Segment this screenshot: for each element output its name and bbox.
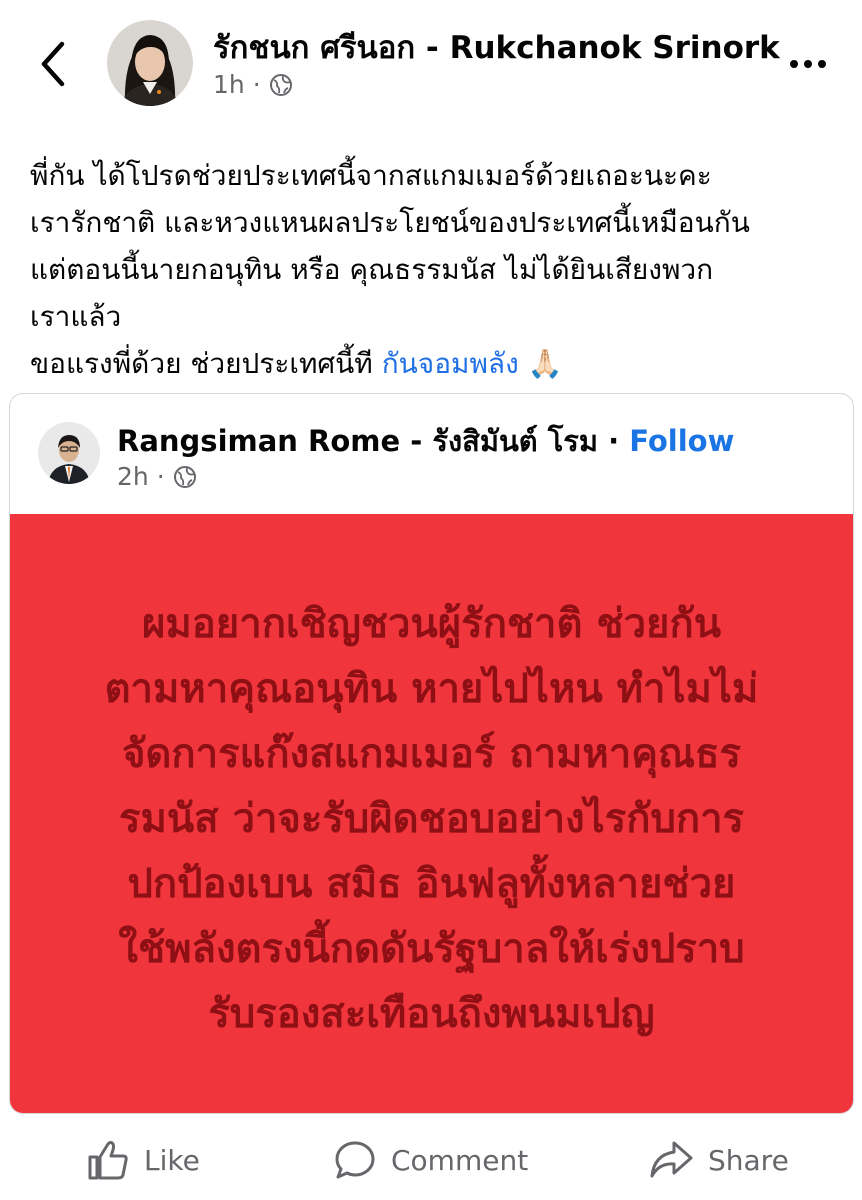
shared-post-time[interactable]: 2h <box>117 462 149 491</box>
shared-post-meta: 2h · <box>117 462 197 491</box>
background-text-line: ตามหาคุณอนุทิน หายไปไหน ทำไมไม่ <box>104 666 759 712</box>
share-button[interactable]: Share <box>648 1130 789 1190</box>
comment-icon <box>335 1141 375 1179</box>
post-line-last: ขอแรงพี่ด้วย ช่วยประเทศนี้ที กันจอมพลัง … <box>30 340 845 387</box>
post-line: แต่ตอนนี้นายกอนุทิน หรือ คุณธรรมนัส ไม่ไ… <box>30 253 714 286</box>
shared-author-line: Rangsiman Rome - รังสิมันต์ โรม · Follow <box>117 418 734 464</box>
post-line: ขอแรงพี่ด้วย ช่วยประเทศนี้ที <box>30 347 373 380</box>
profile-photo <box>107 20 193 106</box>
background-text-line: ผมอยากเชิญชวนผู้รักชาติ ช่วยกัน <box>141 601 722 647</box>
shared-author-avatar[interactable] <box>38 422 100 484</box>
back-button[interactable] <box>30 38 78 90</box>
thumbs-up-icon <box>88 1141 128 1180</box>
globe-icon <box>269 73 292 96</box>
post-meta: 1h · <box>213 70 293 99</box>
background-text-line: รมนัส ว่าจะรับผิดชอบอย่างไรกับการ <box>118 796 745 842</box>
comment-button[interactable]: Comment <box>333 1130 528 1190</box>
hashtag-link[interactable]: กันจอมพลัง <box>382 347 519 380</box>
post-time[interactable]: 1h <box>213 70 245 99</box>
shared-post-card[interactable]: Rangsiman Rome - รังสิมันต์ โรม · Follow… <box>9 393 854 1114</box>
background-text-line: จัดการแก๊งสแกมเมอร์ ถามหาคุณธร <box>121 731 741 777</box>
comment-label: Comment <box>391 1143 529 1177</box>
share-arrow-icon <box>650 1141 693 1178</box>
shared-author-name[interactable]: Rangsiman Rome - รังสิมันต์ โรม <box>117 424 598 458</box>
follow-button[interactable]: Follow <box>629 424 734 458</box>
meta-separator: · <box>156 462 165 491</box>
profile-photo <box>38 422 100 484</box>
pray-emoji: 🙏🏻 <box>527 347 563 380</box>
author-avatar[interactable] <box>107 20 193 106</box>
text-background-post: ผมอยากเชิญชวนผู้รักชาติ ช่วยกัน ตามหาคุณ… <box>10 514 853 1113</box>
post-text: พี่กัน ได้โปรดช่วยประเทศนี้จากสแกมเมอร์ด… <box>30 152 845 387</box>
background-text-line: ปกป้องเบน สมิธ อินฟลูทั้งหลายช่วย <box>127 861 736 907</box>
post-line: เราแล้ว <box>30 300 122 333</box>
action-bar: Like Comment Share <box>0 1130 862 1190</box>
post-header: รักชนก ศรีนอก - Rukchanok Srinork 1h · <box>0 0 862 130</box>
more-icon <box>790 60 826 68</box>
like-button[interactable]: Like <box>86 1130 200 1190</box>
post-line: เรารักชาติ และหวงแหนผลประโยชน์ของประเทศน… <box>30 206 750 239</box>
follow-separator: · <box>608 424 620 458</box>
post-line: พี่กัน ได้โปรดช่วยประเทศนี้จากสแกมเมอร์ด… <box>30 159 712 192</box>
chevron-left-icon <box>41 41 65 87</box>
background-text-line: รับรองสะเทือนถึงพนมเปญ <box>208 991 655 1037</box>
share-label: Share <box>708 1143 789 1177</box>
background-text-line: ใช้พลังตรงนี้กดดันรัฐบาลให้เร่งปราบ <box>118 926 745 972</box>
meta-separator: · <box>252 70 261 99</box>
author-name[interactable]: รักชนก ศรีนอก - Rukchanok Srinork <box>213 22 780 72</box>
more-options-button[interactable] <box>788 52 828 76</box>
like-label: Like <box>144 1143 200 1177</box>
background-post-text: ผมอยากเชิญชวนผู้รักชาติ ช่วยกัน ตามหาคุณ… <box>10 592 853 1047</box>
globe-icon <box>173 465 196 488</box>
